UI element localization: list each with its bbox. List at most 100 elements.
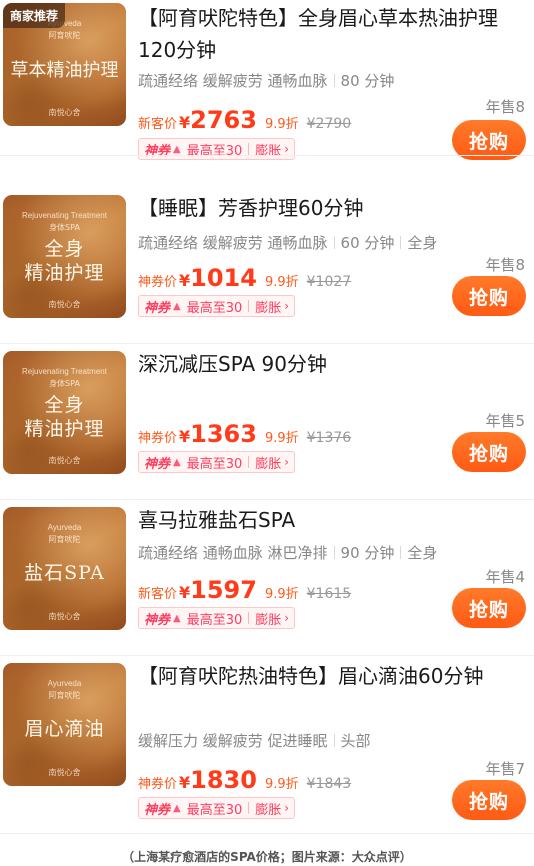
original-price: ¥1615 bbox=[306, 586, 352, 602]
arrow-up-icon: ▲ bbox=[173, 143, 181, 155]
coupon-cap: 最高至30 bbox=[186, 300, 243, 316]
price-value: 1830 bbox=[190, 766, 257, 794]
coupon-tag[interactable]: 神券 ▲ 最高至30 膨胀 › bbox=[138, 451, 296, 473]
discount-label: 9.9折 bbox=[264, 587, 299, 602]
discount-label: 9.9折 bbox=[264, 275, 299, 290]
list-item[interactable]: Ayurveda 阿育吠陀 眉心滴油 南悦心舍 【阿育吠陀热油特色】眉心滴油60… bbox=[0, 656, 534, 834]
tag-text: 60 分钟 bbox=[340, 234, 395, 252]
original-price: ¥1843 bbox=[306, 776, 352, 792]
thumb-title-line: 全身 bbox=[44, 238, 85, 260]
tag-divider bbox=[333, 546, 335, 559]
recommend-badge: 商家推荐 bbox=[3, 3, 66, 28]
coupon-cap: 最高至30 bbox=[186, 143, 243, 159]
buy-button[interactable]: 抢购 bbox=[452, 588, 526, 628]
coupon-expand: 膨胀 bbox=[255, 612, 282, 628]
tag-text: 缓解压力 缓解疲劳 促进睡眠 bbox=[138, 732, 328, 750]
coupon-cap: 最高至30 bbox=[186, 802, 243, 818]
product-thumbnail[interactable]: 商家推荐 Ayurveda 阿育吠陀 草本精油护理 南悦心舍 bbox=[3, 3, 126, 126]
price-row: 神券价 ¥ 1363 9.9折 ¥1376 bbox=[138, 420, 351, 448]
arrow-up-icon: ▲ bbox=[173, 456, 181, 468]
product-title[interactable]: 【阿育吠陀热油特色】眉心滴油60分钟 bbox=[138, 660, 530, 692]
tag-text: 疏通经络 缓解疲劳 通畅血脉 bbox=[138, 234, 328, 252]
coupon-tag[interactable]: 神券 ▲ 最高至30 膨胀 › bbox=[138, 138, 296, 160]
price-value: 1597 bbox=[190, 576, 257, 604]
original-price: ¥1027 bbox=[306, 274, 352, 290]
thumb-brand: 南悦心舍 bbox=[48, 456, 81, 465]
product-title[interactable]: 【阿育吠陀特色】全身眉心草本热油护理120分钟 bbox=[138, 2, 530, 66]
list-item[interactable]: 商家推荐 Ayurveda 阿育吠陀 草本精油护理 南悦心舍 【阿育吠陀特色】全… bbox=[0, 0, 534, 160]
buy-button[interactable]: 抢购 bbox=[452, 276, 526, 316]
sales-count: 年售8 bbox=[485, 256, 525, 274]
product-tags: 疏通经络 缓解疲劳 通畅血脉 60 分钟 全身 bbox=[138, 232, 437, 253]
tag-text: 疏通经络 缓解疲劳 通畅血脉 bbox=[138, 72, 328, 90]
arrow-up-icon: ▲ bbox=[173, 802, 181, 814]
buy-button[interactable]: 抢购 bbox=[452, 432, 526, 472]
price-row: 神券价 ¥ 1014 9.9折 ¥1027 bbox=[138, 264, 351, 292]
list-item[interactable]: Ayurveda 阿育吠陀 盐石SPA 南悦心舍 喜马拉雅盐石SPA 疏通经络 … bbox=[0, 500, 534, 656]
thumb-brand: 南悦心舍 bbox=[48, 108, 81, 117]
thumb-subtitle: Ayurveda bbox=[47, 679, 82, 688]
arrow-up-icon: ▲ bbox=[173, 612, 181, 624]
tag-divider bbox=[400, 236, 402, 249]
chevron-right-icon: › bbox=[284, 142, 290, 156]
product-tags: 缓解压力 缓解疲劳 促进睡眠 头部 bbox=[138, 730, 371, 751]
product-thumbnail[interactable]: Rejuvenating Treatment 身体SPA 全身 精油护理 南悦心… bbox=[3, 195, 126, 318]
tag-text: 全身 bbox=[407, 544, 438, 562]
thumb-title-line: 精油护理 bbox=[24, 262, 105, 284]
product-tags: 疏通经络 通畅血脉 淋巴净排 90 分钟 全身 bbox=[138, 542, 437, 563]
price-row: 神券价 ¥ 1830 9.9折 ¥1843 bbox=[138, 766, 351, 794]
tag-divider bbox=[333, 236, 335, 249]
buy-button[interactable]: 抢购 bbox=[452, 780, 526, 820]
chevron-right-icon: › bbox=[284, 611, 290, 625]
buy-button[interactable]: 抢购 bbox=[452, 120, 526, 160]
thumb-subtitle-cn: 阿育吠陀 bbox=[48, 31, 81, 40]
product-thumbnail[interactable]: Ayurveda 阿育吠陀 眉心滴油 南悦心舍 bbox=[3, 663, 126, 786]
coupon-expand: 膨胀 bbox=[255, 456, 282, 472]
thumb-subtitle: Rejuvenating Treatment bbox=[22, 211, 107, 220]
product-title[interactable]: 深沉减压SPA 90分钟 bbox=[138, 348, 530, 380]
coupon-tag[interactable]: 神券 ▲ 最高至30 膨胀 › bbox=[138, 295, 296, 317]
price-row: 新客价 ¥ 2763 9.9折 ¥2790 bbox=[138, 106, 351, 134]
sales-count: 年售8 bbox=[485, 98, 525, 116]
original-price: ¥1376 bbox=[306, 430, 352, 446]
currency-symbol: ¥ bbox=[179, 773, 191, 792]
thumb-subtitle-cn: 身体SPA bbox=[49, 223, 80, 232]
currency-symbol: ¥ bbox=[179, 113, 191, 132]
thumb-subtitle-cn: 阿育吠陀 bbox=[48, 535, 81, 544]
list-item[interactable]: Rejuvenating Treatment 身体SPA 全身 精油护理 南悦心… bbox=[0, 344, 534, 500]
tag-text: 头部 bbox=[340, 732, 371, 750]
coupon-brand: 神券 bbox=[144, 300, 171, 316]
tag-text: 80 分钟 bbox=[340, 72, 395, 90]
arrow-up-icon: ▲ bbox=[173, 300, 181, 312]
currency-symbol: ¥ bbox=[179, 271, 191, 290]
thumb-subtitle: Ayurveda bbox=[47, 523, 82, 532]
product-title[interactable]: 喜马拉雅盐石SPA bbox=[138, 504, 530, 536]
coupon-cap: 最高至30 bbox=[186, 612, 243, 628]
product-thumbnail[interactable]: Rejuvenating Treatment 身体SPA 全身 精油护理 南悦心… bbox=[3, 351, 126, 474]
price-label: 神券价 bbox=[138, 431, 178, 446]
price-value: 2763 bbox=[190, 106, 257, 134]
currency-symbol: ¥ bbox=[179, 427, 191, 446]
image-caption: （上海某疗愈酒店的SPA价格；图片来源：大众点评） bbox=[122, 850, 412, 864]
chevron-right-icon: › bbox=[284, 455, 290, 469]
product-thumbnail[interactable]: Ayurveda 阿育吠陀 盐石SPA 南悦心舍 bbox=[3, 507, 126, 630]
tag-text: 全身 bbox=[407, 234, 438, 252]
tag-divider bbox=[400, 546, 402, 559]
coupon-tag[interactable]: 神券 ▲ 最高至30 膨胀 › bbox=[138, 607, 296, 629]
sales-count: 年售5 bbox=[485, 412, 525, 430]
thumb-title: 盐石SPA bbox=[24, 562, 105, 584]
sales-count: 年售7 bbox=[485, 760, 525, 778]
price-row: 新客价 ¥ 1597 9.9折 ¥1615 bbox=[138, 576, 351, 604]
list-item[interactable]: Rejuvenating Treatment 身体SPA 全身 精油护理 南悦心… bbox=[0, 188, 534, 344]
currency-symbol: ¥ bbox=[179, 583, 191, 602]
product-title[interactable]: 【睡眠】芳香护理60分钟 bbox=[138, 192, 530, 224]
coupon-tag[interactable]: 神券 ▲ 最高至30 膨胀 › bbox=[138, 797, 296, 819]
price-label: 新客价 bbox=[138, 587, 178, 602]
coupon-brand: 神券 bbox=[144, 456, 171, 472]
thumb-brand: 南悦心舍 bbox=[48, 612, 81, 621]
thumb-title: 草本精油护理 bbox=[10, 60, 119, 81]
thumb-subtitle: Rejuvenating Treatment bbox=[22, 367, 107, 376]
chevron-right-icon: › bbox=[284, 801, 290, 815]
discount-label: 9.9折 bbox=[264, 777, 299, 792]
original-price: ¥2790 bbox=[306, 116, 352, 132]
